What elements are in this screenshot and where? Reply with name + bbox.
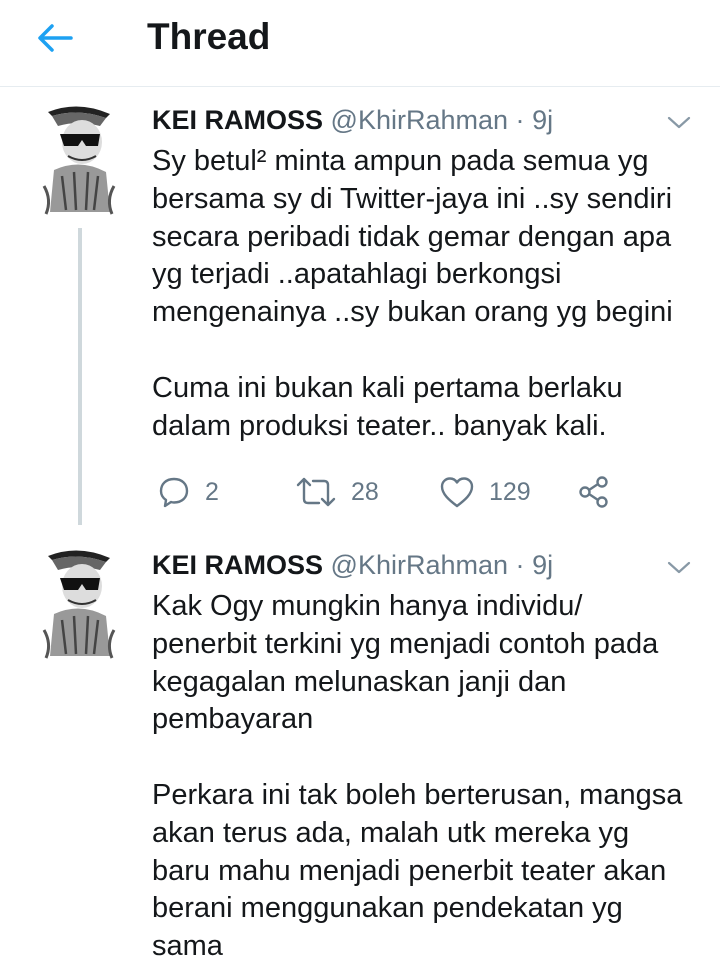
text-line: Cuma ini bukan kali pertama berlaku (152, 371, 623, 404)
reply-count: 2 (205, 477, 219, 506)
page-title: Thread (147, 16, 271, 57)
back-arrow-icon (38, 24, 73, 52)
text-line: Kak Ogy mungkin hanya individu/ (152, 590, 583, 622)
tweet-header: KEI RAMOSS @KhirRahman · 9j (152, 103, 553, 137)
tweet-text: Kak Ogy mungkin hanya individu/ penerbit… (152, 588, 712, 966)
reply-icon (159, 477, 189, 508)
text-line: Sy betul² minta ampun pada semua yg (152, 145, 649, 177)
top-bar: Thread (0, 0, 720, 87)
text-line: berani menggunakan pendekatan yg (152, 892, 623, 925)
text-line: akan terus ada, malah utk mereka yg (152, 816, 630, 849)
avatar[interactable] (40, 544, 118, 662)
share-icon (579, 476, 608, 508)
tweet-header: KEI RAMOSS @KhirRahman · 9j (152, 548, 553, 582)
text-line: dalam produksi teater.. banyak kali. (152, 409, 607, 442)
tweet[interactable]: KEI RAMOSS @KhirRahman · 9j Sy betul² mi… (0, 88, 720, 528)
like-count: 129 (489, 477, 531, 506)
text-line: secara peribadi tidak gemar dengan apa (152, 220, 672, 253)
tweet-time[interactable]: 9j (532, 550, 553, 580)
tweet-text: Sy betul² minta ampun pada semua yg bers… (152, 143, 712, 445)
author-name[interactable]: KEI RAMOSS (152, 105, 323, 135)
tweet-actions: 2 28 129 (152, 472, 622, 512)
retweet-count: 28 (351, 477, 379, 506)
author-handle[interactable]: @KhirRahman (331, 550, 508, 580)
text-line: penerbit terkini yg menjadi contoh pada (152, 627, 659, 660)
retweet-icon (296, 477, 336, 507)
tweet-menu-button[interactable] (664, 110, 694, 134)
meta-separator: · (515, 550, 525, 580)
tweet-menu-button[interactable] (664, 555, 694, 579)
text-line: Perkara ini tak boleh berterusan, mangsa (152, 778, 683, 811)
back-button[interactable] (30, 18, 80, 58)
heart-icon (440, 477, 474, 508)
tweet-time[interactable]: 9j (532, 105, 553, 135)
text-line: pembayaran (152, 703, 314, 736)
chevron-down-icon (667, 561, 691, 574)
like-button[interactable]: 129 (439, 472, 531, 512)
avatar[interactable] (40, 100, 118, 218)
meta-separator: · (515, 105, 525, 135)
text-line: sama (152, 930, 223, 963)
author-name[interactable]: KEI RAMOSS (152, 550, 323, 580)
text-line: baru mahu menjadi penerbit teater akan (152, 854, 667, 887)
author-handle[interactable]: @KhirRahman (331, 105, 508, 135)
chevron-down-icon (667, 116, 691, 129)
text-line: kegagalan melunaskan janji dan (152, 665, 567, 698)
text-line: yg terjadi ..apatahlagi berkongsi (152, 258, 562, 291)
text-line: mengenainya ..sy bukan orang yg begini (152, 296, 673, 329)
share-button[interactable] (577, 472, 611, 512)
tweet[interactable]: KEI RAMOSS @KhirRahman · 9j Kak Ogy mung… (0, 528, 720, 979)
reply-button[interactable]: 2 (157, 472, 219, 512)
text-line: bersama sy di Twitter-jaya ini ..sy send… (152, 182, 673, 215)
retweet-button[interactable]: 28 (295, 472, 379, 512)
